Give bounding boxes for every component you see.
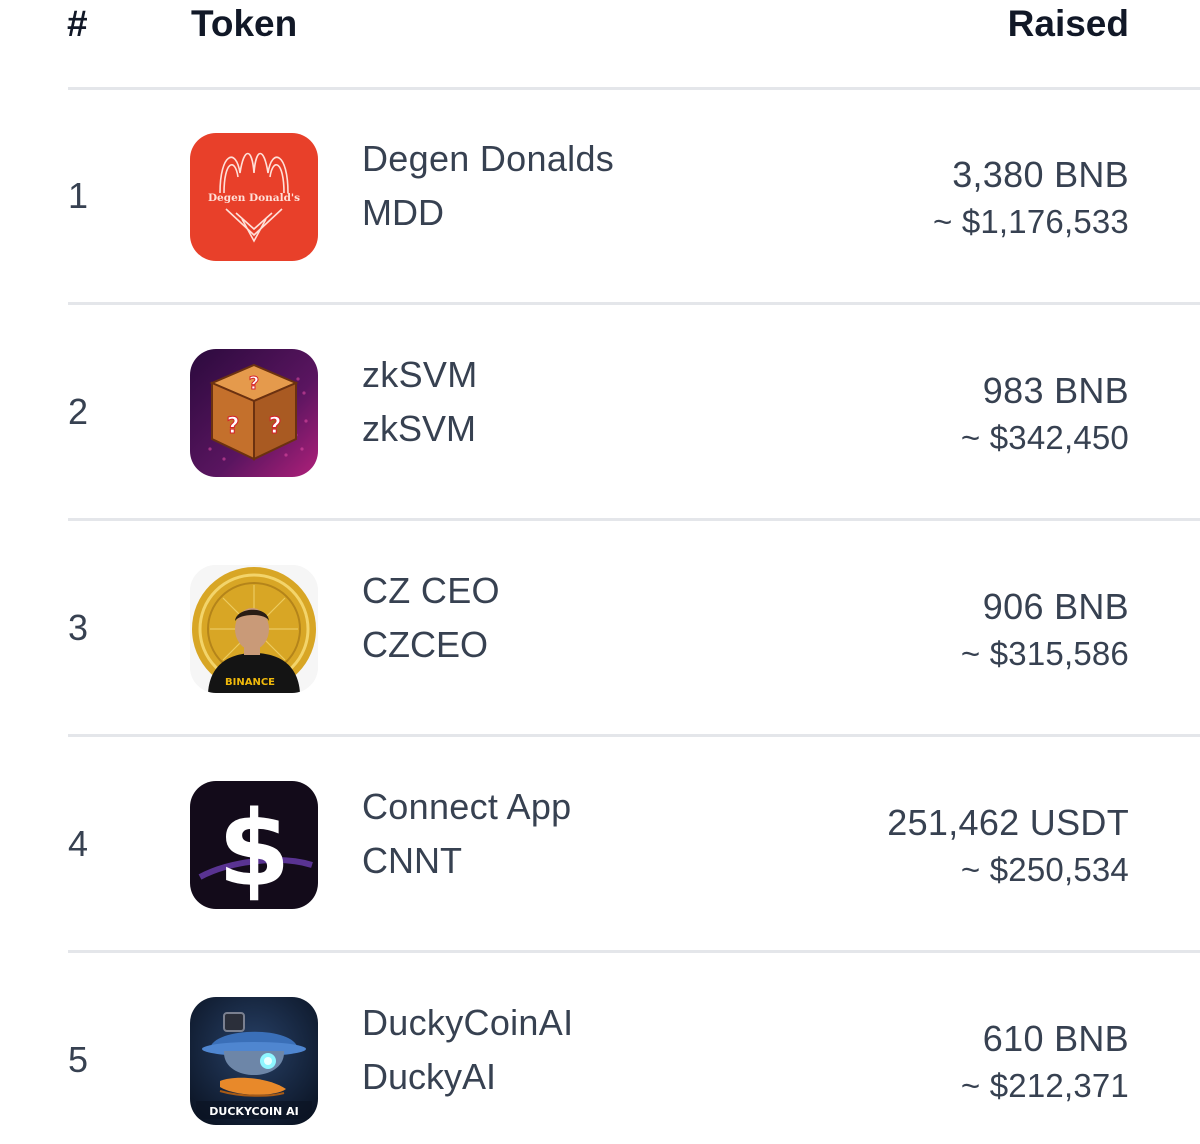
- token-name[interactable]: DuckyCoinAI: [362, 1003, 573, 1043]
- raised-amount: 610 BNB: [982, 1018, 1129, 1059]
- ducky-robot-icon: DUCKYCOIN AI: [190, 997, 318, 1125]
- cz-coin-icon: BINANCE: [190, 565, 318, 693]
- raised-amount: 251,462 USDT: [887, 802, 1129, 843]
- rank-cell: 4: [68, 823, 89, 864]
- raised-usd-value: ~ $212,371: [960, 1067, 1129, 1104]
- table-row[interactable]: 1 Degen Donald's Degen Donalds MDD 3,380…: [0, 89, 1200, 305]
- token-name[interactable]: Degen Donalds: [362, 139, 614, 179]
- token-symbol: DuckyAI: [362, 1056, 497, 1097]
- token-symbol: CZCEO: [362, 624, 488, 665]
- degen-donalds-logo-text: Degen Donald's: [208, 192, 300, 204]
- token-name[interactable]: Connect App: [362, 787, 571, 827]
- raised-amount: 983 BNB: [982, 370, 1129, 411]
- raised-usd-value: ~ $250,534: [960, 851, 1129, 888]
- duckycoin-ai-label: DUCKYCOIN AI: [209, 1105, 298, 1118]
- table-header: # Token Raised: [0, 0, 1200, 88]
- token-name[interactable]: zkSVM: [362, 355, 478, 395]
- svg-text:?: ?: [249, 373, 259, 394]
- degen-donalds-logo-icon: Degen Donald's: [190, 133, 318, 261]
- dollar-sign-icon: $: [190, 781, 318, 909]
- token-symbol: zkSVM: [362, 408, 477, 449]
- table-row[interactable]: 3 BINANCE CZ CEO CZCEO 906 BNB ~ $315,58…: [0, 521, 1200, 737]
- column-header-rank[interactable]: #: [67, 4, 88, 44]
- raised-amount: 906 BNB: [982, 586, 1129, 627]
- rank-cell: 1: [68, 175, 89, 216]
- presale-leaderboard-table: # Token Raised 1 Degen Donald's Degen Do…: [0, 0, 1200, 1144]
- column-header-raised[interactable]: Raised: [1008, 4, 1129, 44]
- rank-cell: 3: [68, 607, 89, 648]
- column-header-token[interactable]: Token: [191, 4, 297, 44]
- raised-amount: 3,380 BNB: [952, 154, 1129, 195]
- raised-usd-value: ~ $342,450: [960, 419, 1129, 456]
- rank-cell: 2: [68, 391, 89, 432]
- mystery-box-icon: ? ? ?: [190, 349, 318, 477]
- table-row[interactable]: 5 DUCKYCOIN AI DuckyCoinAI DuckyAI 610 B…: [0, 953, 1200, 1144]
- table-row[interactable]: 2 ? ? ? zkSVM zkSVM 983 BNB ~ $342,450: [0, 305, 1200, 521]
- binance-label: BINANCE: [225, 677, 275, 688]
- token-name[interactable]: CZ CEO: [362, 571, 500, 611]
- table-row[interactable]: 4 $ Connect App CNNT 251,462 USDT ~ $250…: [0, 737, 1200, 953]
- raised-usd-value: ~ $1,176,533: [932, 203, 1129, 240]
- svg-text:?: ?: [227, 414, 240, 439]
- rank-cell: 5: [68, 1039, 89, 1080]
- raised-usd-value: ~ $315,586: [960, 635, 1129, 672]
- svg-text:?: ?: [269, 414, 282, 439]
- svg-text:$: $: [218, 788, 290, 909]
- token-symbol: CNNT: [362, 840, 462, 881]
- token-symbol: MDD: [362, 192, 444, 233]
